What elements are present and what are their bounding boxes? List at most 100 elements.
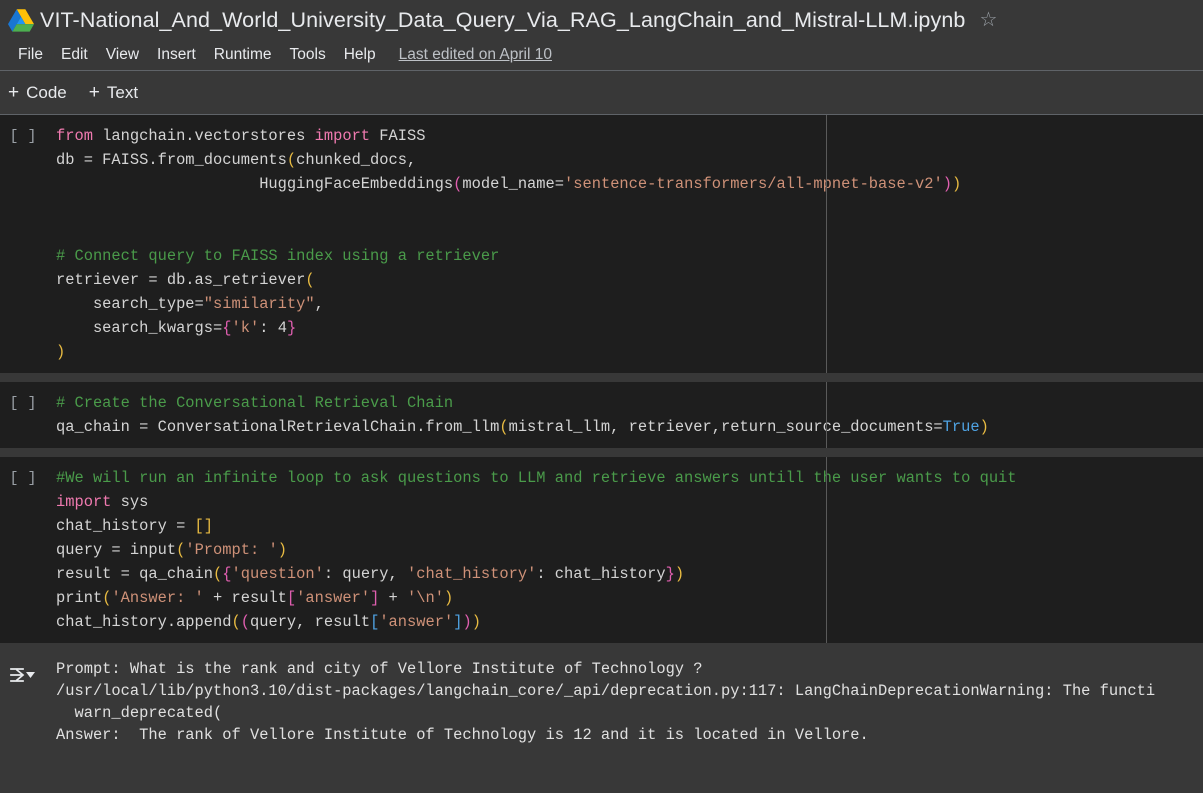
code-token: : query, — [324, 565, 407, 583]
code-token: 'answer' — [296, 589, 370, 607]
code-token: chat_history = — [56, 517, 195, 535]
page-title[interactable]: VIT-National_And_World_University_Data_Q… — [40, 8, 965, 33]
code-line: HuggingFaceEmbeddings(model_name='senten… — [56, 172, 1203, 196]
code-token: 'question' — [232, 565, 324, 583]
code-line: qa_chain = ConversationalRetrievalChain.… — [56, 415, 1203, 439]
title-bar: VIT-National_And_World_University_Data_Q… — [0, 0, 1203, 40]
add-text-cell-label: Text — [107, 83, 138, 103]
code-token: ) — [943, 175, 952, 193]
code-token: 'chat_history' — [407, 565, 536, 583]
code-token: [ — [287, 589, 296, 607]
code-token: chunked_docs, — [296, 151, 416, 169]
star-outline-icon[interactable]: ☆ — [979, 10, 997, 30]
menu-item-view[interactable]: View — [97, 44, 148, 66]
code-token: ( — [287, 151, 296, 169]
code-token: ) — [472, 613, 481, 631]
code-token: '\n' — [407, 589, 444, 607]
code-line — [56, 220, 1203, 244]
code-token: ( — [213, 565, 222, 583]
code-line: db = FAISS.from_documents(chunked_docs, — [56, 148, 1203, 172]
code-token: 'k' — [232, 319, 260, 337]
menu-item-edit[interactable]: Edit — [52, 44, 97, 66]
code-token: "similarity" — [204, 295, 315, 313]
code-line: from langchain.vectorstores import FAISS — [56, 124, 1203, 148]
code-token: sys — [111, 493, 148, 511]
code-token: ) — [278, 541, 287, 559]
code-line: query = input('Prompt: ') — [56, 538, 1203, 562]
menu-item-runtime[interactable]: Runtime — [205, 44, 281, 66]
code-line: chat_history.append((query, result['answ… — [56, 610, 1203, 634]
code-token: True — [943, 418, 980, 436]
code-token: #We will run an infinite loop to ask que… — [56, 469, 1017, 487]
code-token: ) — [56, 343, 65, 361]
code-cell[interactable]: [ ]from langchain.vectorstores import FA… — [0, 115, 1203, 373]
code-line: result = qa_chain({'question': query, 'c… — [56, 562, 1203, 586]
code-line: #We will run an infinite loop to ask que… — [56, 466, 1203, 490]
code-token: print — [56, 589, 102, 607]
last-edited-link[interactable]: Last edited on April 10 — [399, 46, 552, 64]
code-cell[interactable]: [ ] #We will run an infinite loop to ask … — [0, 457, 1203, 643]
code-token: } — [287, 319, 296, 337]
code-token: ) — [444, 589, 453, 607]
code-line: # Connect query to FAISS index using a r… — [56, 244, 1203, 268]
code-editor[interactable]: from langchain.vectorstores import FAISS… — [46, 124, 1203, 364]
code-line: ) — [56, 340, 1203, 364]
code-token: : chat_history — [536, 565, 665, 583]
code-token: qa_chain = ConversationalRetrievalChain.… — [56, 418, 499, 436]
code-token: query = input — [56, 541, 176, 559]
code-token: ( — [499, 418, 508, 436]
code-token: 'answer' — [379, 613, 453, 631]
menu-item-help[interactable]: Help — [335, 44, 385, 66]
notebook-body: [ ]from langchain.vectorstores import FA… — [0, 115, 1203, 643]
add-text-cell-button[interactable]: + Text — [85, 79, 148, 107]
add-code-cell-label: Code — [26, 83, 67, 103]
code-token: { — [222, 319, 231, 337]
code-line: search_type="similarity", — [56, 292, 1203, 316]
add-code-cell-button[interactable]: + Code — [4, 79, 77, 107]
output-arrow-dropdown-icon[interactable] — [0, 658, 46, 686]
run-cell-button[interactable]: [ ] — [0, 391, 46, 416]
code-line: chat_history = [] — [56, 514, 1203, 538]
code-token: # Create the Conversational Retrieval Ch… — [56, 394, 453, 412]
code-token: search_kwargs= — [56, 319, 222, 337]
code-token: [ — [370, 613, 379, 631]
code-token: ( — [176, 541, 185, 559]
code-token: : 4 — [259, 319, 287, 337]
code-token: FAISS — [370, 127, 425, 145]
code-editor[interactable]: # Create the Conversational Retrieval Ch… — [46, 391, 1203, 439]
code-editor[interactable]: #We will run an infinite loop to ask que… — [46, 466, 1203, 634]
code-token: import — [315, 127, 370, 145]
run-cell-button[interactable]: [ ] — [0, 466, 46, 491]
code-line — [56, 196, 1203, 220]
code-token: result = qa_chain — [56, 565, 213, 583]
cell-toolbar: + Code + Text — [0, 71, 1203, 115]
code-token: 'Answer: ' — [111, 589, 203, 607]
code-token: + result — [204, 589, 287, 607]
code-line: print('Answer: ' + result['answer'] + '\… — [56, 586, 1203, 610]
plus-icon: + — [8, 83, 19, 102]
code-token: query, result — [250, 613, 370, 631]
code-token: mistral_llm, retriever,return_source_doc… — [509, 418, 943, 436]
code-token: model_name= — [462, 175, 564, 193]
menu-item-file[interactable]: File — [9, 44, 52, 66]
code-token: langchain.vectorstores — [93, 127, 315, 145]
menu-item-insert[interactable]: Insert — [148, 44, 205, 66]
code-token: # Connect query to FAISS index using a r… — [56, 247, 499, 265]
cell-output: Prompt: What is the rank and city of Vel… — [0, 652, 1203, 754]
code-token: retriever = db.as_retriever — [56, 271, 305, 289]
code-token: db = FAISS.from_documents — [56, 151, 287, 169]
output-stream-text: Prompt: What is the rank and city of Vel… — [46, 658, 1203, 746]
code-token: 'Prompt: ' — [185, 541, 277, 559]
code-token: ) — [980, 418, 989, 436]
code-token: search_type= — [56, 295, 204, 313]
menu-item-tools[interactable]: Tools — [281, 44, 335, 66]
run-cell-button[interactable]: [ ] — [0, 124, 46, 149]
code-cell[interactable]: [ ] # Create the Conversational Retrieval… — [0, 382, 1203, 448]
code-token: from — [56, 127, 93, 145]
code-token: ) — [462, 613, 471, 631]
code-token: { — [222, 565, 231, 583]
code-line: # Create the Conversational Retrieval Ch… — [56, 391, 1203, 415]
code-token: import — [56, 493, 111, 511]
code-line: import sys — [56, 490, 1203, 514]
code-token: ] — [370, 589, 379, 607]
